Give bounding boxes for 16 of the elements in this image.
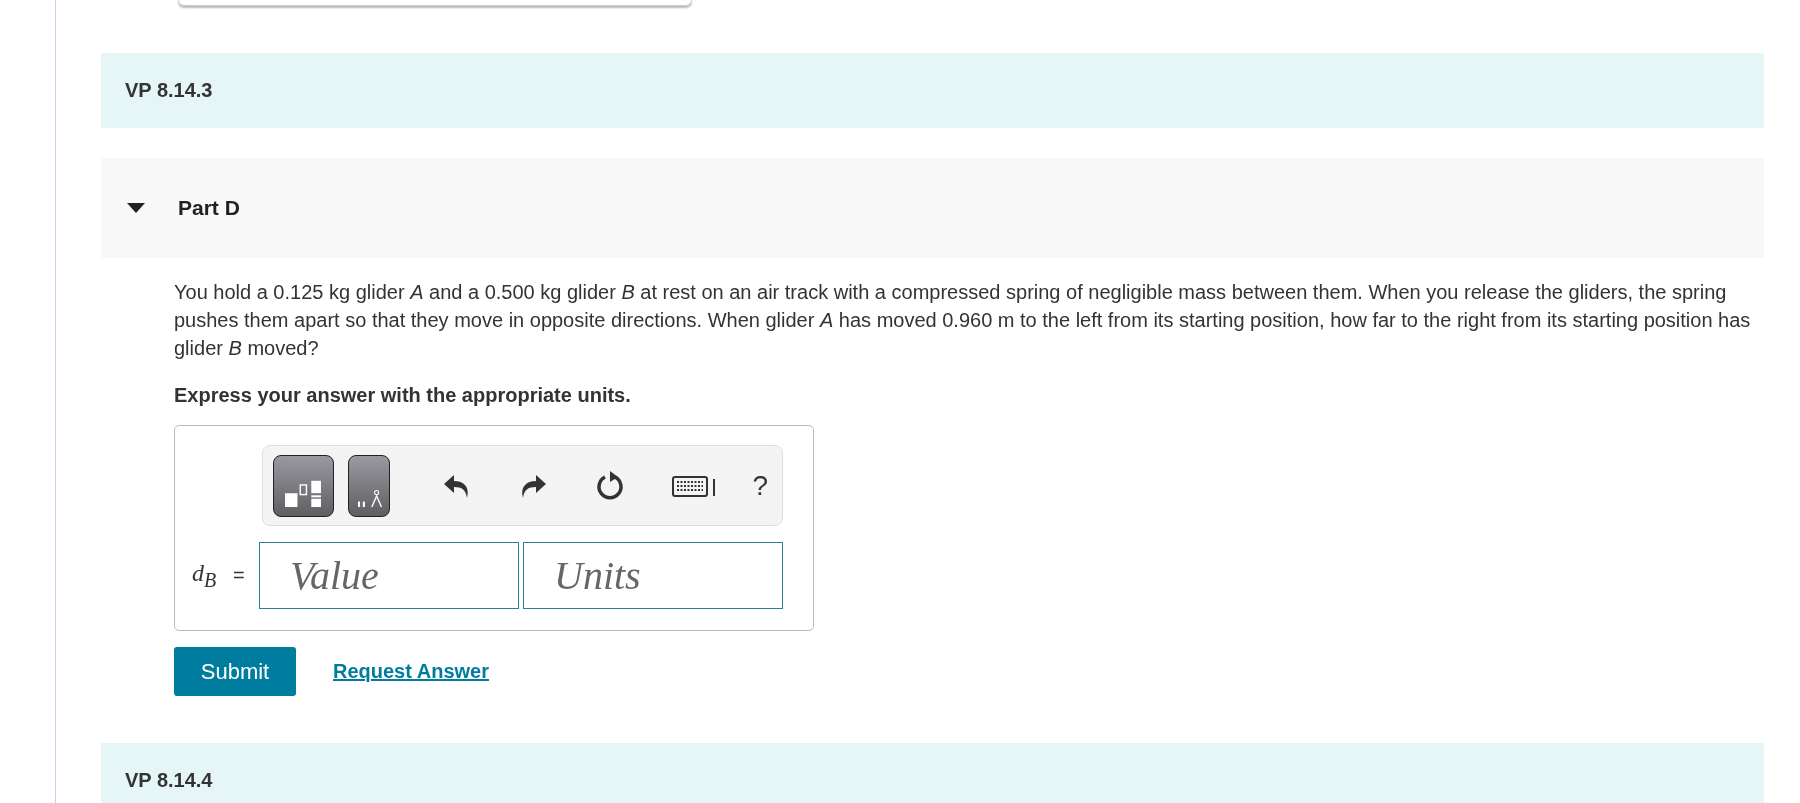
request-answer-link[interactable]: Request Answer: [333, 660, 489, 683]
submit-button[interactable]: Submit: [174, 647, 296, 696]
instruction-text: Express your answer with the appropriate units.: [174, 384, 632, 407]
question-text: You hold a 0.125 kg glider A and a 0.500 kg glider B at rest on an air track with a compressed spring of negligible mass between them. When you release the gliders, the spring pushes them apart so that they move in opposite directions. When glider A has moved 0.960 m to the left from its starting position, how far to the right from its starting position has glider B moved?: [174, 280, 1752, 361]
equals-sign: =: [232, 564, 246, 587]
part-header[interactable]: Part D: [101, 158, 1764, 258]
section-title: VP 8.14.3: [125, 79, 213, 102]
section-title: VP 8.14.4: [125, 769, 213, 792]
help-button[interactable]: ?: [752, 469, 768, 502]
caret-icon[interactable]: [127, 203, 145, 213]
templates-icon[interactable]: [273, 454, 335, 517]
units-field[interactable]: Units: [523, 542, 783, 609]
variable-label: d$_{B}$: [192, 559, 218, 592]
value-field[interactable]: Value: [259, 542, 519, 609]
part-title: Part D: [178, 196, 240, 220]
units-icon[interactable]: [348, 454, 391, 517]
